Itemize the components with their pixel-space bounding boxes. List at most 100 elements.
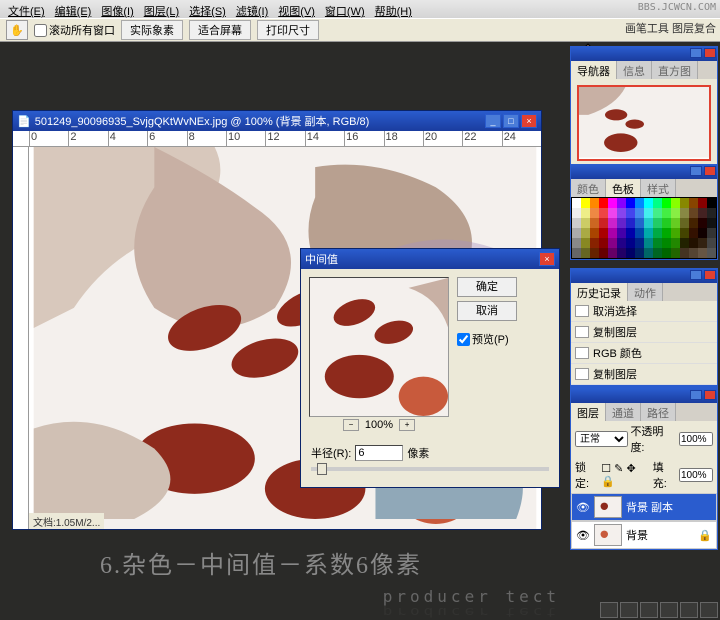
swatches-grid[interactable] (571, 197, 717, 259)
swatch[interactable] (680, 198, 689, 208)
menu-window[interactable]: 窗口(W) (321, 2, 369, 16)
panel-close-icon[interactable] (704, 166, 716, 176)
swatch[interactable] (572, 218, 581, 228)
swatch[interactable] (680, 208, 689, 218)
swatch[interactable] (635, 198, 644, 208)
swatch[interactable] (698, 218, 707, 228)
menu-layer[interactable]: 图层(L) (140, 2, 183, 16)
swatch[interactable] (626, 248, 635, 258)
panel-close-icon[interactable] (704, 48, 716, 58)
swatch[interactable] (599, 238, 608, 248)
swatch[interactable] (698, 238, 707, 248)
swatch[interactable] (617, 208, 626, 218)
tab-actions[interactable]: 动作 (628, 283, 663, 301)
fill-input[interactable] (679, 468, 713, 482)
menu-edit[interactable]: 编辑(E) (51, 2, 96, 16)
swatch[interactable] (671, 208, 680, 218)
swatch[interactable] (707, 218, 716, 228)
foot-icon[interactable] (700, 602, 718, 618)
swatch[interactable] (644, 198, 653, 208)
swatch[interactable] (572, 208, 581, 218)
panel-close-icon[interactable] (704, 390, 716, 400)
swatch[interactable] (626, 208, 635, 218)
swatch[interactable] (590, 238, 599, 248)
preview-checkbox[interactable] (457, 333, 470, 346)
foot-icon[interactable] (600, 602, 618, 618)
zoom-in-button[interactable]: + (399, 419, 415, 431)
close-button[interactable]: × (521, 114, 537, 128)
swatch[interactable] (644, 218, 653, 228)
opacity-input[interactable] (679, 432, 713, 446)
swatch[interactable] (662, 208, 671, 218)
blend-mode-select[interactable]: 正常 (575, 431, 628, 447)
swatch[interactable] (617, 218, 626, 228)
hand-tool-icon[interactable]: ✋ (6, 20, 28, 40)
swatch[interactable] (599, 218, 608, 228)
menu-image[interactable]: 图像(I) (97, 2, 137, 16)
swatch[interactable] (608, 238, 617, 248)
panel-close-icon[interactable] (704, 270, 716, 280)
swatch[interactable] (662, 228, 671, 238)
swatch[interactable] (626, 238, 635, 248)
swatch[interactable] (581, 198, 590, 208)
swatch[interactable] (590, 208, 599, 218)
swatch[interactable] (590, 248, 599, 258)
swatch[interactable] (581, 208, 590, 218)
swatch[interactable] (671, 248, 680, 258)
swatch[interactable] (653, 208, 662, 218)
swatch[interactable] (635, 218, 644, 228)
tab-histogram[interactable]: 直方图 (652, 61, 698, 79)
swatch[interactable] (617, 228, 626, 238)
swatch[interactable] (599, 208, 608, 218)
swatch[interactable] (689, 198, 698, 208)
navigator-thumbnail[interactable] (577, 85, 711, 161)
swatch[interactable] (698, 208, 707, 218)
swatch[interactable] (671, 198, 680, 208)
menu-file[interactable]: 文件(E) (4, 2, 49, 16)
swatch[interactable] (689, 208, 698, 218)
eye-icon[interactable]: 👁 (576, 529, 590, 541)
swatch[interactable] (635, 238, 644, 248)
tab-layers[interactable]: 图层 (571, 403, 606, 421)
swatch[interactable] (644, 208, 653, 218)
swatch[interactable] (599, 198, 608, 208)
actual-pixels-button[interactable]: 实际象素 (121, 20, 183, 40)
foot-icon[interactable] (620, 602, 638, 618)
swatch[interactable] (617, 238, 626, 248)
swatch[interactable] (653, 228, 662, 238)
swatch[interactable] (572, 248, 581, 258)
swatch[interactable] (626, 228, 635, 238)
dialog-preview[interactable] (309, 277, 449, 417)
fit-screen-button[interactable]: 适合屏幕 (189, 20, 251, 40)
swatch[interactable] (653, 238, 662, 248)
swatch[interactable] (572, 198, 581, 208)
scroll-all-checkbox[interactable] (34, 24, 47, 37)
swatch[interactable] (707, 198, 716, 208)
tab-swatches[interactable]: 色板 (606, 179, 641, 197)
swatch[interactable] (608, 248, 617, 258)
swatch[interactable] (707, 208, 716, 218)
swatch[interactable] (662, 198, 671, 208)
swatch[interactable] (626, 218, 635, 228)
history-item[interactable]: 复制图层 (571, 322, 717, 343)
layer-row[interactable]: 👁 背景 🔒 (571, 521, 717, 549)
swatch[interactable] (635, 248, 644, 258)
panel-min-icon[interactable] (690, 48, 702, 58)
swatch[interactable] (617, 248, 626, 258)
history-item[interactable]: 复制图层 (571, 364, 717, 385)
minimize-button[interactable]: _ (485, 114, 501, 128)
swatch[interactable] (707, 248, 716, 258)
swatch[interactable] (644, 228, 653, 238)
history-item[interactable]: RGB 颜色 (571, 343, 717, 364)
swatch[interactable] (662, 238, 671, 248)
maximize-button[interactable]: □ (503, 114, 519, 128)
print-size-button[interactable]: 打印尺寸 (257, 20, 319, 40)
swatch[interactable] (608, 218, 617, 228)
swatch[interactable] (689, 228, 698, 238)
swatch[interactable] (581, 248, 590, 258)
swatch[interactable] (698, 228, 707, 238)
panel-min-icon[interactable] (690, 270, 702, 280)
tab-paths[interactable]: 路径 (641, 403, 676, 421)
cancel-button[interactable]: 取消 (457, 301, 517, 321)
swatch[interactable] (626, 198, 635, 208)
